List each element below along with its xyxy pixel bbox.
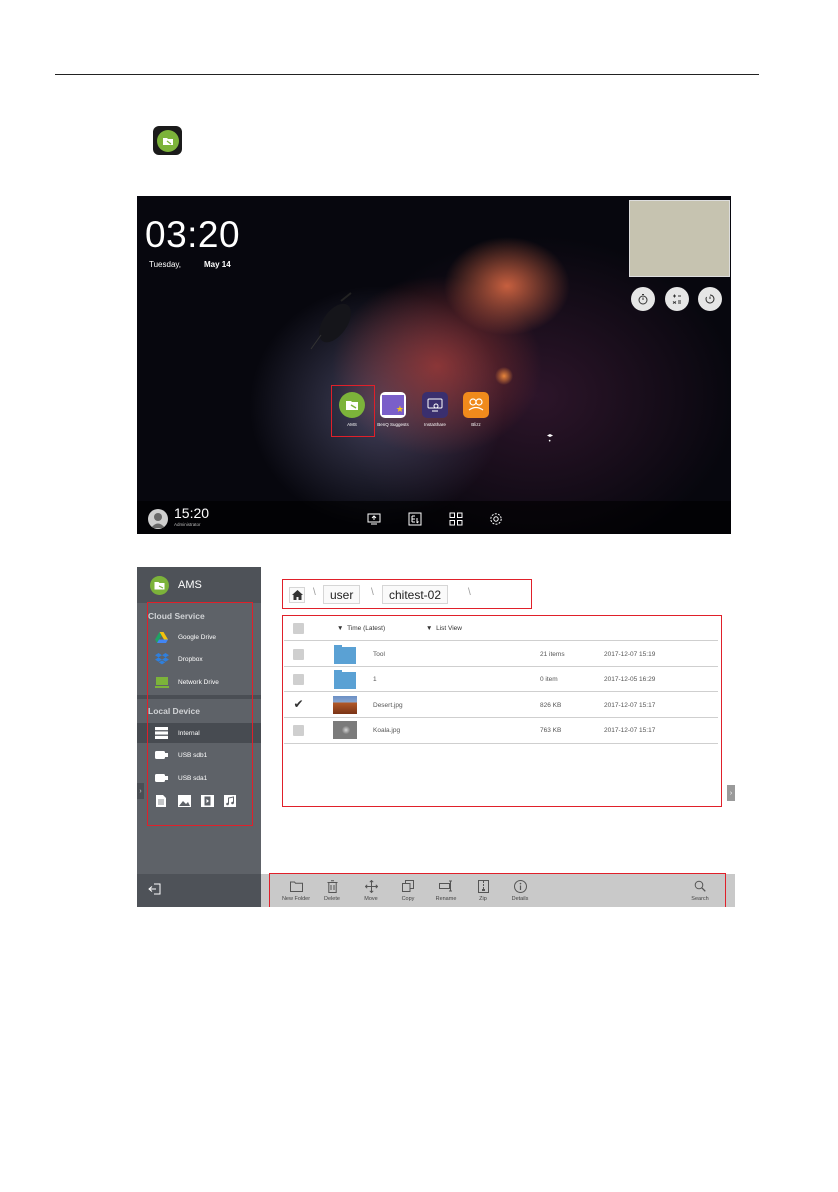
app-label-blizz: Blizz [471, 422, 481, 427]
home-date: May 14 [204, 260, 231, 269]
swap-icon[interactable]: ◂▸ • [547, 432, 553, 445]
home-clock: 03:20 [145, 214, 241, 255]
countdown-icon[interactable] [698, 287, 722, 311]
instashare-icon [427, 398, 443, 412]
timer-icon[interactable] [631, 287, 655, 311]
whiteboard-icon[interactable] [367, 512, 381, 526]
taskbar [137, 501, 731, 534]
breadcrumb-highlight-box [282, 579, 532, 609]
ams-app-icon [153, 126, 182, 155]
avatar[interactable] [148, 509, 168, 529]
right-panel-arrow[interactable]: › [727, 785, 735, 801]
settings-gear-icon[interactable] [489, 512, 503, 526]
taskbar-user: Administrator [174, 522, 201, 527]
home-widget[interactable] [629, 200, 730, 277]
ams-screen: AMS Cloud Service Google Drive Dropbox N… [137, 567, 735, 907]
ams-highlight-box [331, 385, 375, 437]
ams-logo-icon [150, 576, 169, 595]
calculator-icon[interactable] [665, 287, 689, 311]
sidebar-highlight-box [147, 602, 253, 826]
sidebar-collapse-arrow[interactable]: › [137, 783, 144, 799]
benq-suggests-app[interactable]: ★ [380, 392, 406, 418]
taskbar-time: 15:20 [174, 505, 210, 521]
home-screen: 03:20 Tuesday, May 14 AMS ★ BenQ Suggest… [137, 196, 731, 534]
app-label-instashare: InstaShare [424, 422, 446, 427]
toolbar-highlight-box [269, 873, 726, 907]
page-rule [55, 74, 759, 75]
apps-grid-icon[interactable] [449, 512, 463, 526]
benq-suggests-icon: ★ [382, 395, 404, 415]
input-source-icon[interactable] [408, 512, 422, 526]
ams-title: AMS [178, 579, 202, 591]
home-day: Tuesday, [149, 260, 182, 269]
app-label-benq-suggests: BenQ Suggests [377, 422, 409, 427]
blizz-icon [468, 398, 484, 411]
space-probe-image [310, 292, 352, 350]
blizz-app[interactable] [463, 392, 489, 418]
instashare-app[interactable] [422, 392, 448, 418]
exit-icon[interactable] [148, 882, 162, 896]
file-list-highlight-box [282, 615, 722, 807]
